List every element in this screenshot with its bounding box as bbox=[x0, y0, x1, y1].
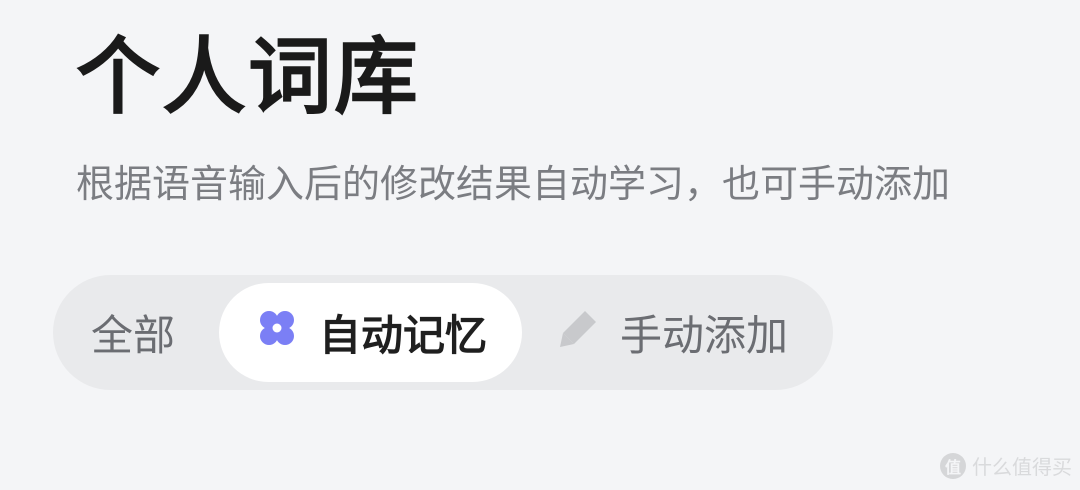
pencil-icon bbox=[558, 307, 600, 359]
page-title: 个人词库 bbox=[76, 28, 421, 126]
tab-all-label: 全部 bbox=[91, 311, 176, 360]
tab-manual-add[interactable]: 手动添加 bbox=[558, 283, 788, 382]
tab-group: 全部 自动记忆 手动添加 bbox=[53, 275, 833, 390]
watermark: 值 什么值得买 bbox=[940, 451, 1072, 480]
tab-manual-add-label: 手动添加 bbox=[620, 311, 789, 360]
tab-auto-memory-label: 自动记忆 bbox=[319, 311, 488, 360]
watermark-logo-icon: 值 bbox=[940, 452, 966, 479]
watermark-text: 什么值得买 bbox=[972, 455, 1072, 479]
tab-auto-memory[interactable]: 自动记忆 bbox=[219, 283, 522, 382]
tab-all[interactable]: 全部 bbox=[91, 283, 175, 382]
page-subtitle: 根据语音输入后的修改结果自动学习，也可手动添加 bbox=[76, 162, 951, 206]
clover-icon bbox=[255, 306, 299, 360]
